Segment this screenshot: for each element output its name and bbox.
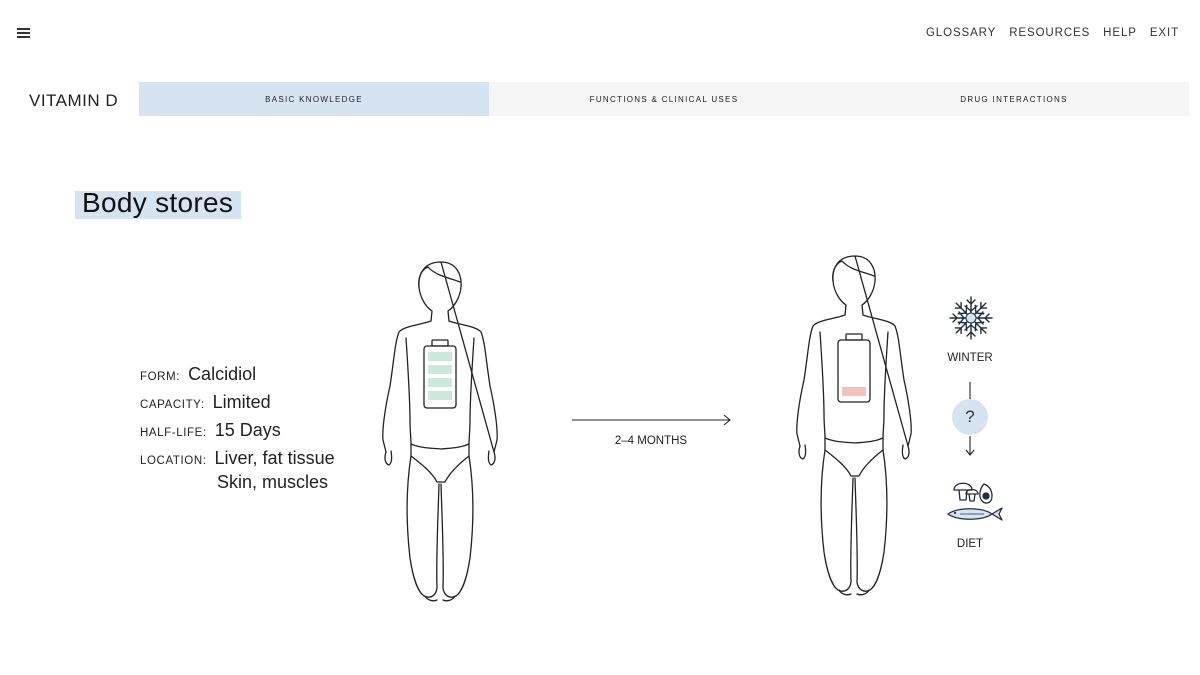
top-nav: GLOSSARY RESOURCES HELP EXIT <box>926 27 1179 39</box>
fact-value: Limited <box>212 392 271 412</box>
facts-list: FORM: Calcidiol CAPACITY: Limited HALF-L… <box>140 364 335 492</box>
body-figure-icon <box>382 261 498 602</box>
app-title: VITAMIN D <box>29 91 119 110</box>
fact-location-extra: Skin, muscles <box>217 472 329 492</box>
battery-level-full <box>428 352 452 400</box>
battery-level-low <box>842 387 866 396</box>
body-figure-after <box>796 255 912 596</box>
tab-functions-clinical-uses[interactable]: FUNCTIONS & CLINICAL USES <box>489 82 839 116</box>
hamburger-menu-icon[interactable] <box>17 28 31 38</box>
fact-value: Liver, fat tissue <box>214 448 335 468</box>
mushroom-icon <box>953 482 979 502</box>
body-figure-icon <box>796 255 912 596</box>
winter-label: WINTER <box>947 352 993 364</box>
nav-help[interactable]: HELP <box>1103 27 1137 39</box>
tab-basic-knowledge[interactable]: BASIC KNOWLEDGE <box>139 82 489 116</box>
fish-icon <box>946 507 1003 521</box>
snowflake-icon <box>949 296 993 340</box>
diet-label: DIET <box>956 538 984 550</box>
fact-form: FORM: Calcidiol <box>140 364 335 392</box>
nav-exit[interactable]: EXIT <box>1150 27 1179 39</box>
fact-capacity: CAPACITY: Limited <box>140 392 335 420</box>
section-title-highlight: Body stores <box>75 187 242 219</box>
arrow-right-icon <box>572 414 731 426</box>
diet-icons <box>946 482 1003 521</box>
section-title: Body stores <box>82 187 234 218</box>
question-icon: ? <box>965 407 975 426</box>
body-figure-before <box>382 261 498 602</box>
fact-value: Calcidiol <box>188 364 257 384</box>
fact-half-life: HALF-LIFE: 15 Days <box>140 420 335 448</box>
fact-label: LOCATION: <box>140 455 207 467</box>
nav-glossary[interactable]: GLOSSARY <box>926 27 996 39</box>
fact-label: HALF-LIFE: <box>140 427 207 439</box>
fact-label: FORM: <box>140 371 181 383</box>
transition-label: 2–4 MONTHS <box>614 435 688 447</box>
fact-value: 15 Days <box>214 420 281 440</box>
avocado-icon <box>979 483 993 504</box>
tab-bar: BASIC KNOWLEDGE FUNCTIONS & CLINICAL USE… <box>139 82 1189 116</box>
tab-drug-interactions[interactable]: DRUG INTERACTIONS <box>839 82 1189 116</box>
nav-resources[interactable]: RESOURCES <box>1009 27 1090 39</box>
fact-label: CAPACITY: <box>140 399 205 411</box>
